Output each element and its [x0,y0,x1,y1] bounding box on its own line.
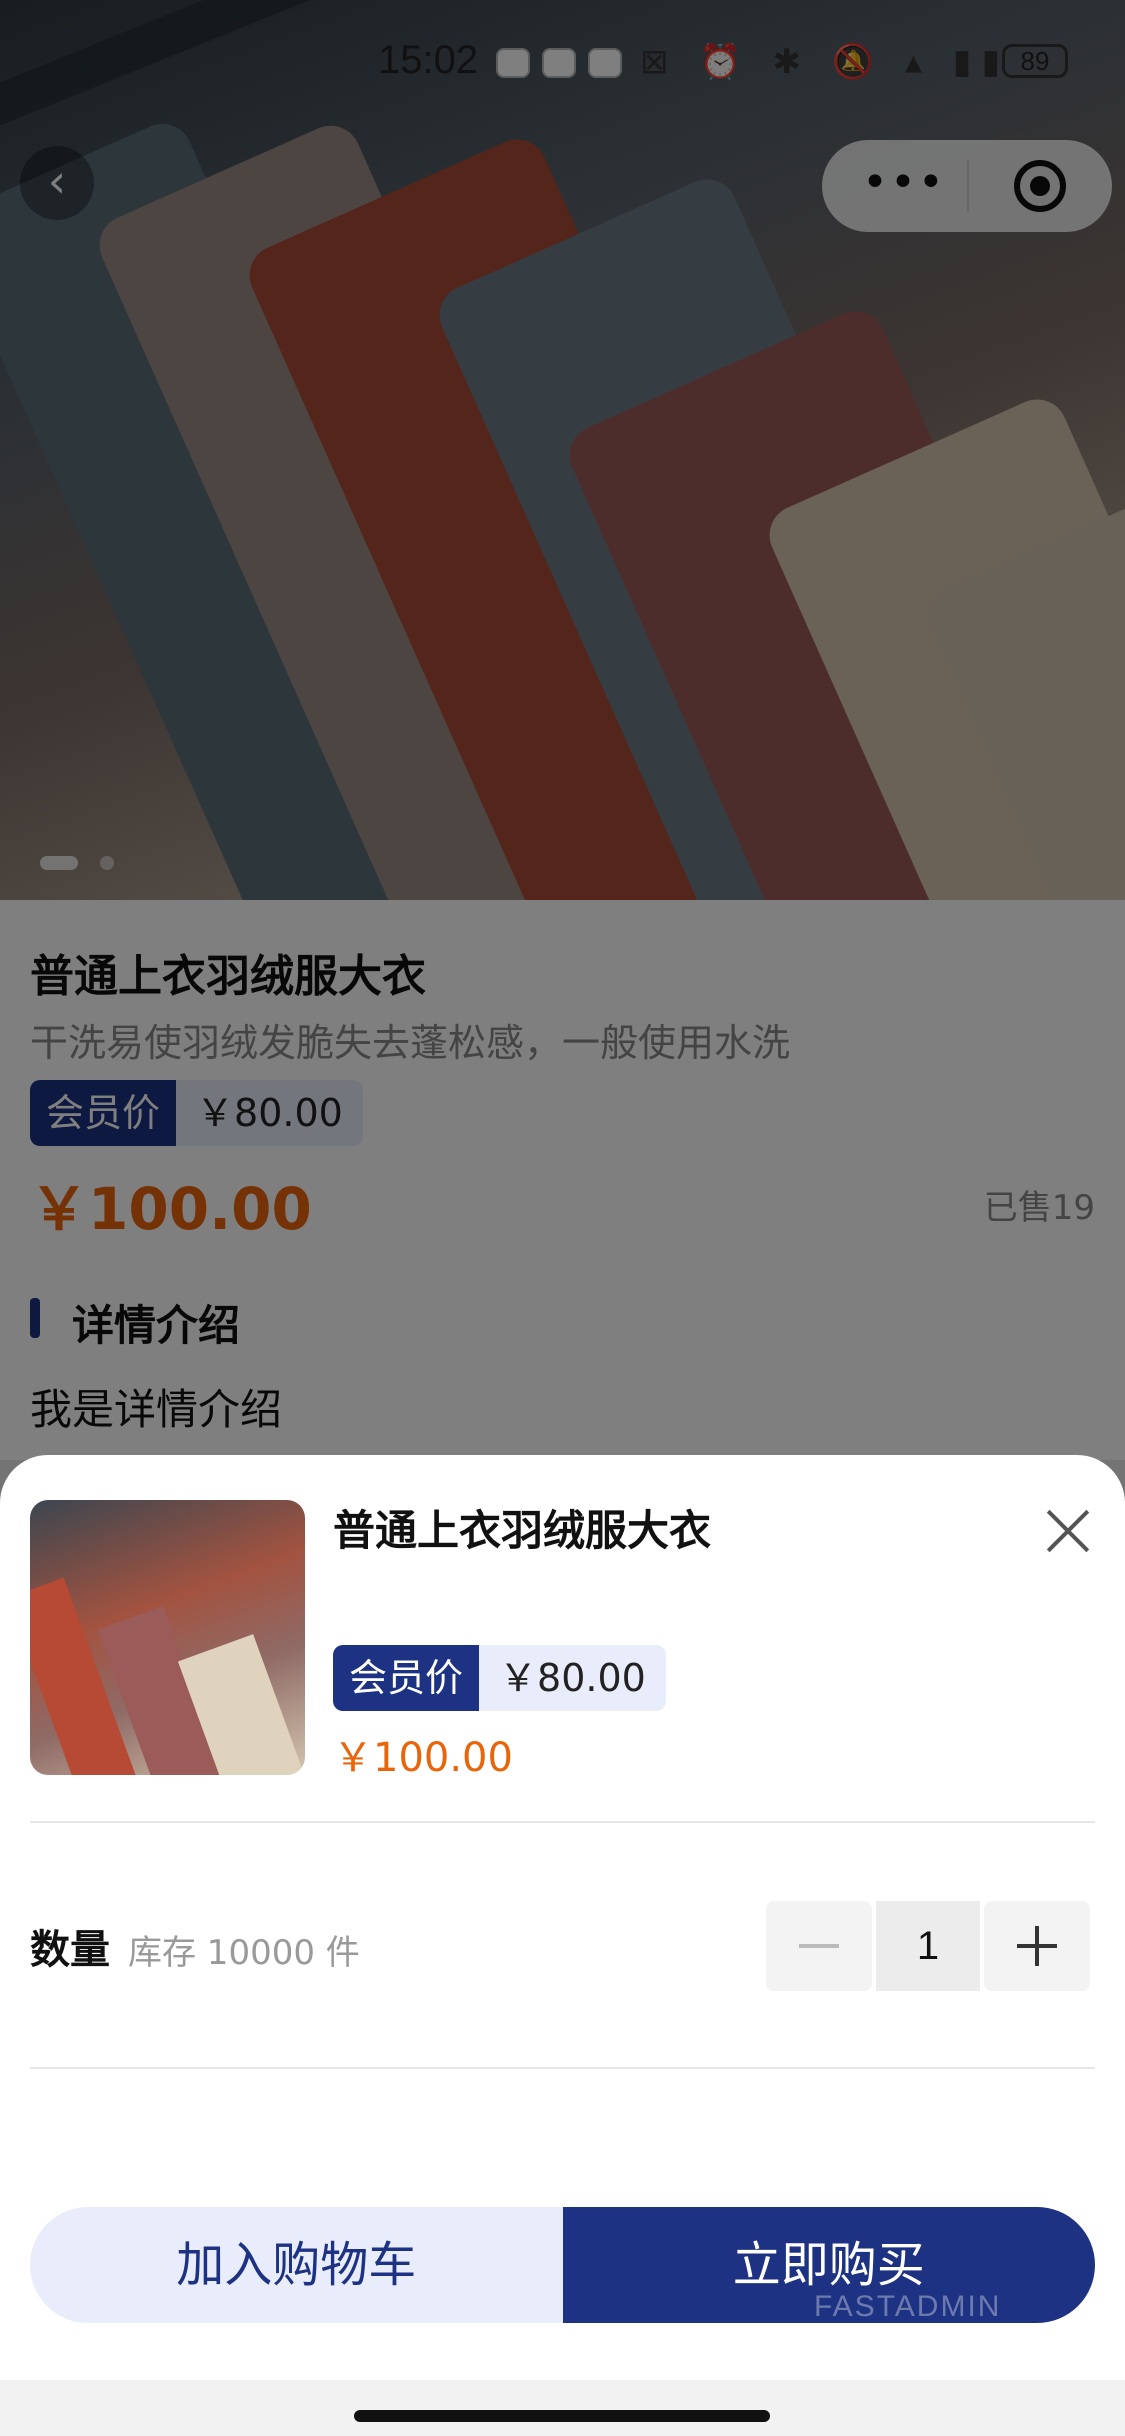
quantity-input[interactable]: 1 [876,1901,980,1991]
quantity-stepper: 1 [766,1901,1090,1991]
quantity-label: 数量 [30,1927,110,1973]
vip-label: 会员价 [333,1645,480,1711]
divider [30,1821,1095,1823]
vip-price-badge: 会员价 ￥80.00 [333,1645,666,1711]
product-thumbnail [30,1500,305,1775]
add-to-cart-button[interactable]: 加入购物车 [30,2207,563,2323]
decrease-button[interactable] [766,1901,872,1991]
divider [30,2067,1095,2069]
stock-text: 库存 10000 件 [128,1933,360,1973]
watermark: FASTADMIN [814,2290,1002,2323]
home-indicator-area [0,2380,1125,2436]
increase-button[interactable] [984,1901,1090,1991]
home-indicator[interactable] [354,2410,770,2422]
sku-bottom-sheet: 普通上衣羽绒服大衣 会员价 ￥80.00 ￥100.00 数量 库存 10000… [0,1455,1125,2380]
sheet-product-title: 普通上衣羽绒服大衣 [333,1506,712,1555]
close-icon[interactable] [1040,1503,1096,1559]
sheet-price: ￥100.00 [333,1735,513,1781]
vip-price: ￥80.00 [479,1645,666,1711]
